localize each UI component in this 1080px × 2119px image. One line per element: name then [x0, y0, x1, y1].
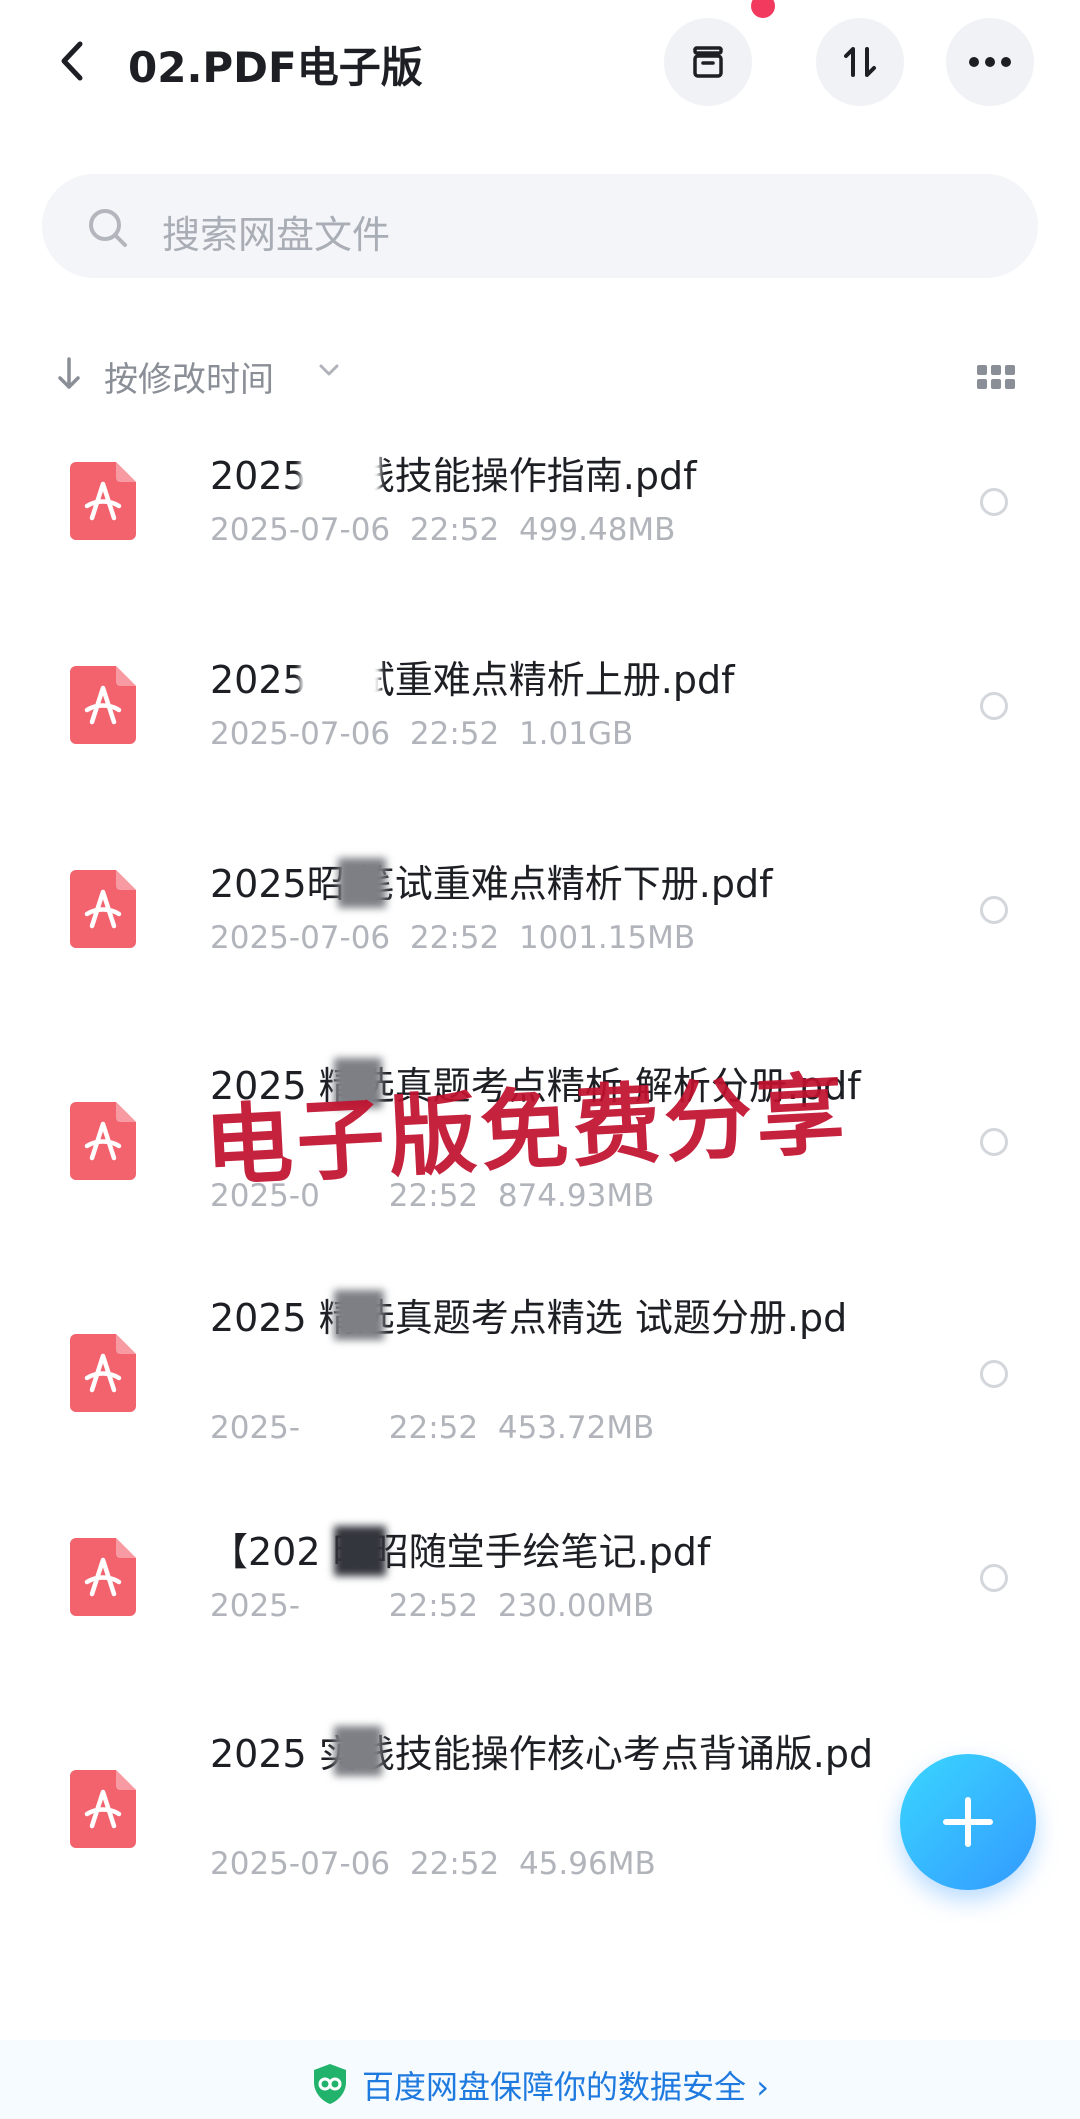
- file-size: 453.72MB: [497, 1410, 655, 1446]
- file-name: 【202 昭昭随堂手绘笔记.pdf: [210, 1530, 711, 1574]
- file-date: 2025-07-06: [210, 512, 391, 548]
- header-bar: 02.PDF电子版: [0, 0, 1080, 130]
- file-name: 2025 实践技能操作核心考点背诵版.pd: [210, 1732, 874, 1776]
- archive-box-icon: [693, 46, 723, 78]
- file-row[interactable]: 【202 昭昭随堂手绘笔记.pdf 2025- 22:52 230.00MB: [0, 1516, 1080, 1686]
- file-size: 1.01GB: [518, 716, 634, 752]
- pdf-file-icon: [70, 666, 136, 744]
- archive-button[interactable]: [664, 18, 752, 106]
- footer-label: 百度网盘保障你的数据安全: [362, 2068, 747, 2106]
- redaction: [334, 1726, 382, 1776]
- file-meta: 2025-07-06 22:52 1001.15MB: [210, 920, 695, 956]
- file-meta: 2025- 22:52 453.72MB: [210, 1410, 654, 1446]
- file-time: 22:52: [409, 716, 500, 752]
- redaction: [334, 1526, 386, 1576]
- redaction: [300, 654, 380, 704]
- sort-updown-icon: [844, 47, 876, 77]
- security-link[interactable]: 百度网盘保障你的数据安全 ›: [362, 2062, 769, 2108]
- file-meta: 2025-07-06 22:52 499.48MB: [210, 512, 675, 548]
- add-button[interactable]: [900, 1754, 1036, 1890]
- back-button[interactable]: [48, 36, 98, 86]
- select-checkbox[interactable]: [980, 692, 1008, 720]
- pdf-file-icon: [70, 870, 136, 948]
- pdf-file-icon: [70, 1770, 136, 1848]
- file-date: 2025-07-06: [210, 1846, 391, 1882]
- file-row[interactable]: 2025 笔试重难点精析上册.pdf 2025-07-06 22:52 1.01…: [0, 644, 1080, 814]
- file-meta: 2025-07-06 22:52 1.01GB: [210, 716, 633, 752]
- file-time: 22:52: [388, 1410, 479, 1446]
- file-time: 22:52: [409, 1846, 500, 1882]
- page-title: 02.PDF电子版: [128, 43, 423, 92]
- redaction: [338, 858, 386, 908]
- redaction: [334, 1290, 384, 1340]
- chevron-right-icon: ›: [756, 2068, 769, 2106]
- notification-dot: [751, 0, 775, 18]
- select-checkbox[interactable]: [980, 1360, 1008, 1388]
- file-date: 2025-07-06: [210, 716, 391, 752]
- search-icon: [89, 209, 127, 247]
- select-checkbox[interactable]: [980, 488, 1008, 516]
- file-name: 2025昭 笔试重难点精析下册.pdf: [210, 862, 773, 906]
- file-time: 22:52: [409, 512, 500, 548]
- file-meta: 2025- 22:52 230.00MB: [210, 1588, 654, 1624]
- select-checkbox[interactable]: [980, 1128, 1008, 1156]
- file-row[interactable]: 2025 实践技能操作指南.pdf 2025-07-06 22:52 499.4…: [0, 440, 1080, 610]
- pdf-file-icon: [70, 1538, 136, 1616]
- more-button[interactable]: [946, 18, 1034, 106]
- pdf-file-icon: [70, 1334, 136, 1412]
- chevron-down-icon[interactable]: [316, 360, 342, 380]
- redaction: [300, 450, 380, 500]
- file-size: 230.00MB: [497, 1588, 655, 1624]
- file-date: 2025-07-06: [210, 920, 391, 956]
- file-row[interactable]: 2025昭 笔试重难点精析下册.pdf 2025-07-06 22:52 100…: [0, 848, 1080, 1018]
- select-checkbox[interactable]: [980, 896, 1008, 924]
- search-placeholder: 搜索网盘文件: [162, 213, 391, 257]
- file-size: 1001.15MB: [518, 920, 696, 956]
- search-input[interactable]: 搜索网盘文件: [42, 174, 1038, 278]
- file-date: 2025-: [210, 1588, 301, 1624]
- sort-dropdown[interactable]: 按修改时间: [104, 352, 274, 401]
- grid-view-icon[interactable]: [976, 360, 1016, 394]
- file-meta: 2025-07-06 22:52 45.96MB: [210, 1846, 656, 1882]
- select-checkbox[interactable]: [980, 1564, 1008, 1592]
- file-name: 2025 精选真题考点精选 试题分册.pd: [210, 1296, 848, 1340]
- arrow-down-icon: [58, 357, 80, 389]
- file-time: 22:52: [388, 1588, 479, 1624]
- more-dots-icon: [969, 57, 1011, 67]
- shield-icon: [314, 2064, 346, 2104]
- pdf-file-icon: [70, 1102, 136, 1180]
- plus-icon: [943, 1797, 993, 1847]
- file-size: 45.96MB: [518, 1846, 656, 1882]
- file-time: 22:52: [409, 920, 500, 956]
- pdf-file-icon: [70, 462, 136, 540]
- chevron-left-icon: [61, 41, 83, 81]
- file-size: 499.48MB: [518, 512, 676, 548]
- file-date: 2025-: [210, 1410, 301, 1446]
- file-row[interactable]: 2025 精选真题考点精选 试题分册.pd 2025- 22:52 453.72…: [0, 1284, 1080, 1474]
- sort-bar: 按修改时间: [0, 346, 1080, 406]
- sort-order-button[interactable]: [816, 18, 904, 106]
